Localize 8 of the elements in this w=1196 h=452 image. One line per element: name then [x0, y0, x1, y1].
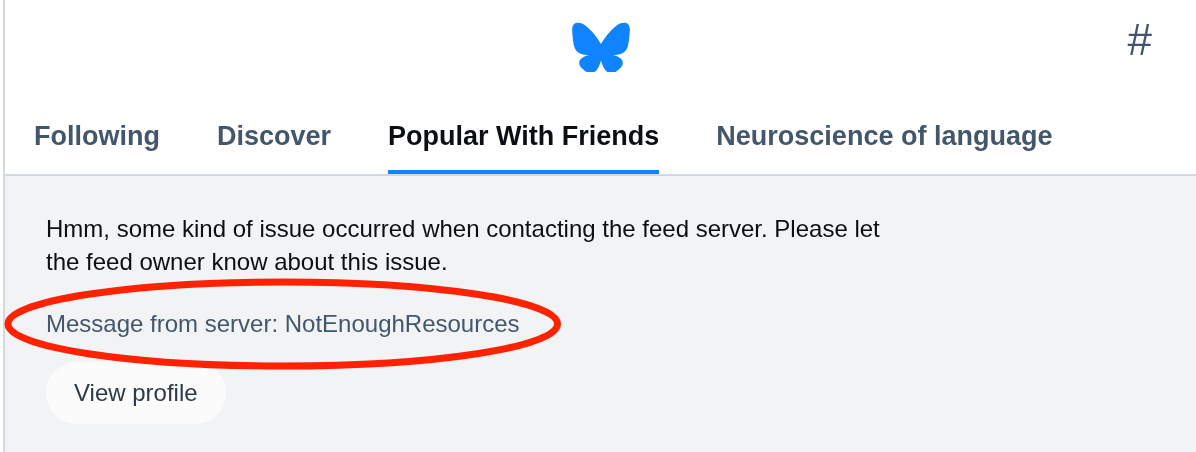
- view-profile-button[interactable]: View profile: [46, 362, 226, 424]
- hashtag-button[interactable]: #: [1127, 18, 1152, 62]
- butterfly-logo-icon: [570, 22, 631, 72]
- feed-tab[interactable]: Discover: [217, 96, 332, 174]
- server-message: Message from server: NotEnoughResources: [46, 309, 520, 339]
- feed-tab[interactable]: Following: [34, 96, 160, 174]
- feed-tab[interactable]: Neuroscience of language: [716, 96, 1053, 174]
- error-message: Hmm, some kind of issue occurred when contacting the feed server. Please let the feed owner know about this issue.: [46, 214, 881, 277]
